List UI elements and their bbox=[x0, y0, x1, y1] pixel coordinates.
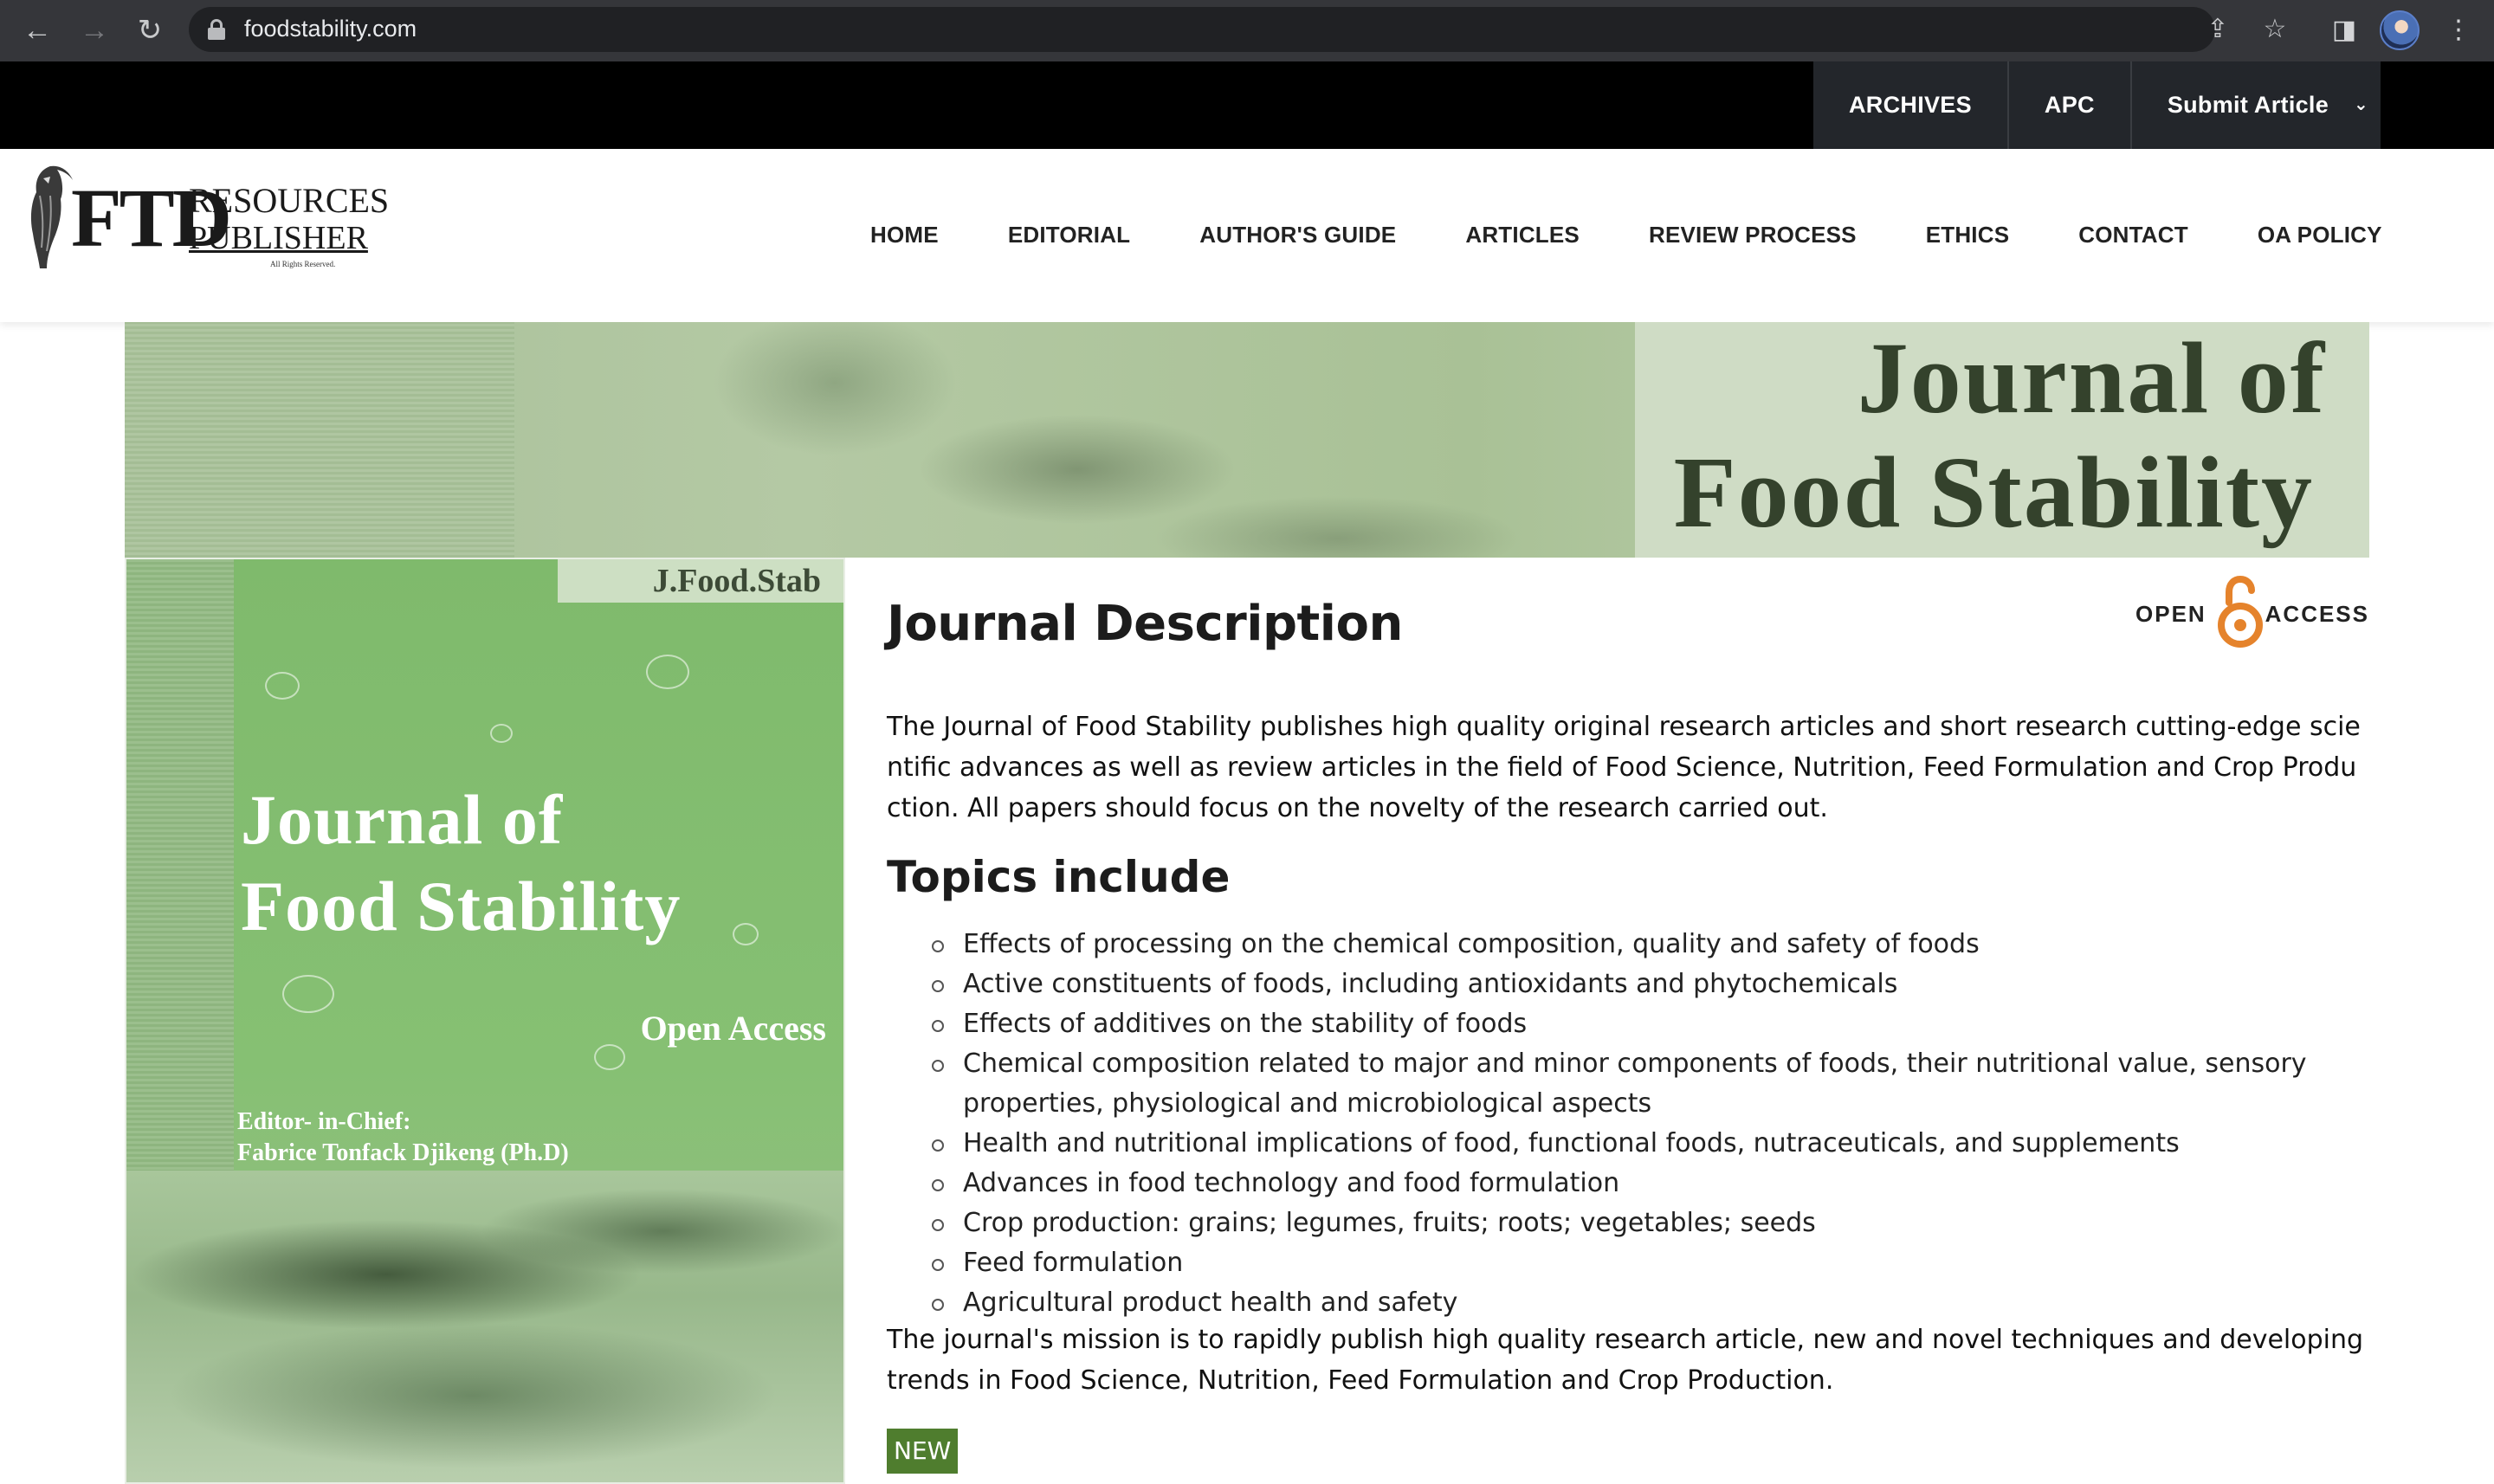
topics-heading: Topics include bbox=[887, 852, 1231, 902]
cover-droplet bbox=[646, 655, 689, 689]
nav-authors-guide[interactable]: AUTHOR'S GUIDE bbox=[1199, 222, 1396, 248]
cover-water-splash bbox=[126, 1171, 843, 1482]
top-nav-archives[interactable]: ARCHIVES bbox=[1813, 61, 2009, 149]
cover-droplet bbox=[733, 923, 759, 945]
top-bar: ARCHIVES APC Submit Article ⌄ bbox=[0, 61, 2494, 149]
list-item: Active constituents of foods, including … bbox=[932, 965, 2369, 1004]
main-nav: HOME EDITORIAL AUTHOR'S GUIDE ARTICLES R… bbox=[870, 222, 2382, 248]
share-icon[interactable]: ⇪ bbox=[2201, 13, 2234, 46]
banner-texture bbox=[125, 322, 514, 558]
submit-article-label: Submit Article bbox=[2167, 92, 2329, 118]
list-item: Health and nutritional implications of f… bbox=[932, 1124, 2369, 1164]
profile-avatar[interactable] bbox=[2380, 10, 2420, 50]
nav-articles[interactable]: ARTICLES bbox=[1465, 222, 1580, 248]
cover-spine bbox=[126, 559, 234, 1183]
open-access-badge: OPEN ACCESS bbox=[2135, 575, 2369, 648]
new-badge: NEW bbox=[887, 1429, 959, 1474]
cover-open-access: Open Access bbox=[640, 1009, 826, 1048]
site-header: FTD RESOURCES PUBLISHER All Rights Reser… bbox=[0, 149, 2494, 322]
cover-droplet bbox=[490, 724, 513, 743]
cover-droplet bbox=[282, 975, 334, 1013]
open-access-lock-icon bbox=[2218, 575, 2263, 648]
list-item: Feed formulation bbox=[932, 1243, 2369, 1283]
top-nav: ARCHIVES APC Submit Article ⌄ bbox=[1813, 61, 2381, 149]
browser-toolbar: ← → ↻ foodstability.com ⇪ ☆ ◨ ⋮ bbox=[0, 0, 2494, 61]
logo-publisher: PUBLISHER bbox=[189, 220, 368, 256]
list-item: Advances in food technology and food for… bbox=[932, 1164, 2369, 1203]
forward-arrow-icon[interactable]: → bbox=[74, 10, 114, 50]
reload-icon[interactable]: ↻ bbox=[130, 10, 170, 50]
list-item: Chemical composition related to major an… bbox=[932, 1044, 2369, 1124]
nav-contact[interactable]: CONTACT bbox=[2078, 222, 2188, 248]
topics-list: Effects of processing on the chemical co… bbox=[932, 925, 2369, 1323]
cover-droplet bbox=[265, 672, 300, 700]
journal-banner: Journal of Food Stability bbox=[125, 322, 2369, 558]
journal-cover-image: J.Food.Stab Journal of Food Stability Op… bbox=[125, 558, 845, 1484]
open-access-word-access: ACCESS bbox=[2265, 601, 2369, 627]
top-nav-submit-article[interactable]: Submit Article ⌄ bbox=[2132, 61, 2381, 149]
nav-oa-policy[interactable]: OA POLICY bbox=[2258, 222, 2382, 248]
url-text[interactable]: foodstability.com bbox=[244, 16, 417, 42]
side-panel-icon[interactable]: ◨ bbox=[2324, 10, 2364, 50]
list-item: Agricultural product health and safety bbox=[932, 1283, 2369, 1323]
journal-mission: The journal's mission is to rapidly publ… bbox=[887, 1325, 2364, 1396]
list-item: Crop production: grains; legumes, fruits… bbox=[932, 1203, 2369, 1243]
top-nav-apc[interactable]: APC bbox=[2009, 61, 2132, 149]
lock-icon[interactable] bbox=[208, 19, 225, 40]
chevron-down-icon: ⌄ bbox=[2354, 95, 2369, 114]
cover-editor-name: Fabrice Tonfack Djikeng (Ph.D) bbox=[237, 1139, 569, 1166]
page-title: Journal Description bbox=[887, 596, 1403, 652]
journal-description: The Journal of Food Stability publishes … bbox=[887, 712, 2361, 823]
cover-abbreviation: J.Food.Stab bbox=[558, 559, 843, 603]
open-access-word-open: OPEN bbox=[2135, 601, 2206, 627]
cover-editor-label: Editor- in-Chief: bbox=[237, 1108, 411, 1135]
banner-title-line1: Journal of bbox=[1857, 322, 2326, 435]
star-icon[interactable]: ☆ bbox=[2258, 13, 2291, 46]
publisher-logo[interactable]: FTD RESOURCES PUBLISHER All Rights Reser… bbox=[24, 161, 389, 274]
banner-title-panel: Journal of Food Stability bbox=[1635, 322, 2369, 558]
cover-droplet bbox=[594, 1044, 625, 1070]
nav-review-process[interactable]: REVIEW PROCESS bbox=[1649, 222, 1857, 248]
logo-rights: All Rights Reserved. bbox=[270, 260, 336, 268]
banner-title-line2: Food Stability bbox=[1673, 436, 2314, 549]
cover-title-line1: Journal of bbox=[241, 780, 564, 859]
list-item: Effects of additives on the stability of… bbox=[932, 1004, 2369, 1044]
nav-editorial[interactable]: EDITORIAL bbox=[1008, 222, 1130, 248]
list-item: Effects of processing on the chemical co… bbox=[932, 925, 2369, 965]
address-bar[interactable]: foodstability.com ⇪ ☆ bbox=[189, 7, 2286, 52]
menu-dots-icon[interactable]: ⋮ bbox=[2439, 10, 2478, 50]
nav-ethics[interactable]: ETHICS bbox=[1926, 222, 2010, 248]
logo-resources: RESOURCES bbox=[189, 181, 390, 220]
eagle-icon bbox=[30, 165, 73, 268]
cover-title-line2: Food Stability bbox=[241, 867, 682, 945]
nav-home[interactable]: HOME bbox=[870, 222, 939, 248]
back-arrow-icon[interactable]: ← bbox=[17, 10, 57, 50]
